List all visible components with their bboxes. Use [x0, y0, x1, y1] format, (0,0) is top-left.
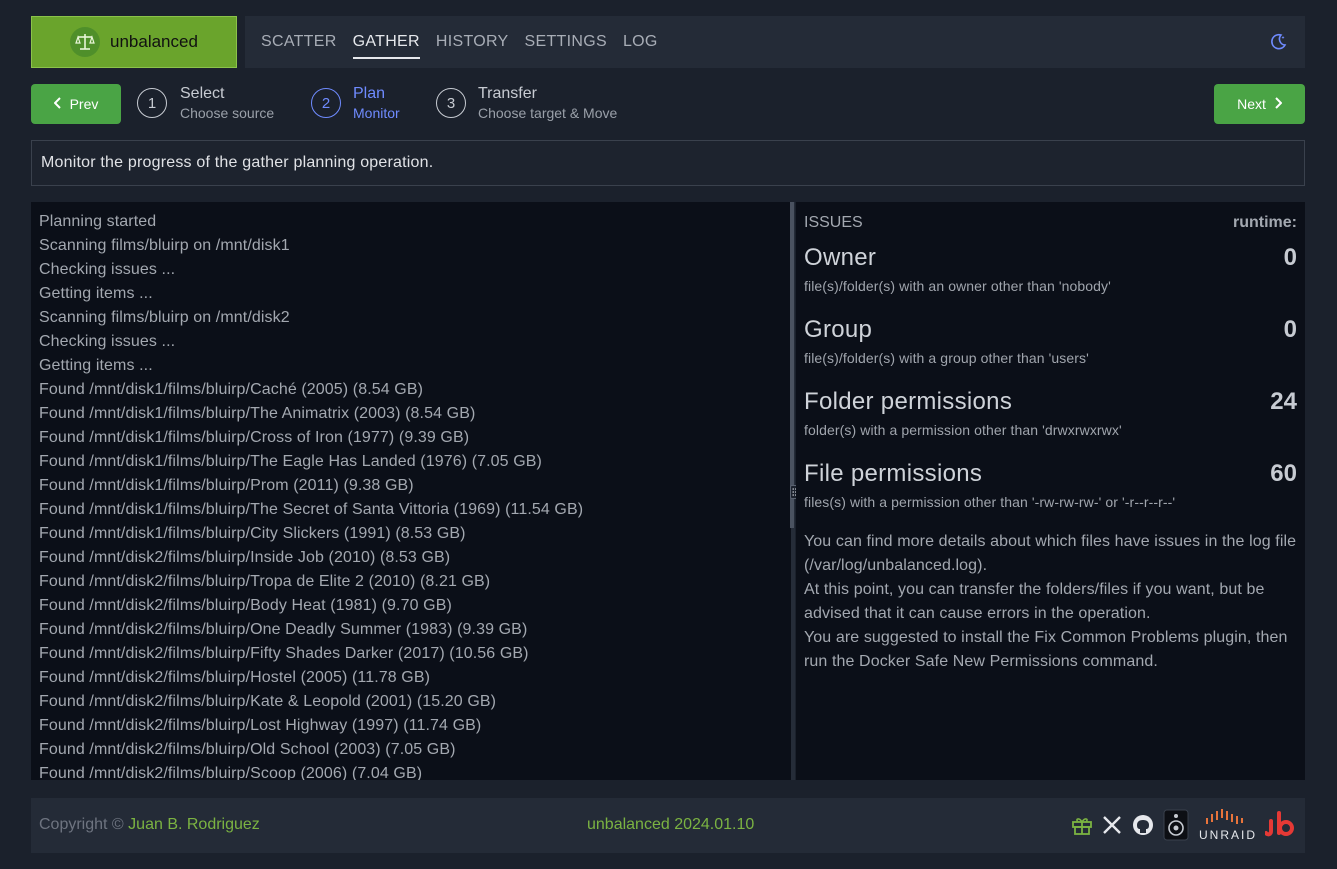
nav-scatter[interactable]: SCATTER — [261, 25, 337, 59]
issues-panel: ISSUES runtime: Owner 0 file(s)/folder(s… — [796, 202, 1305, 780]
log-line: Found /mnt/disk2/films/bluirp/Body Heat … — [39, 597, 452, 614]
step-number: 3 — [436, 88, 466, 118]
note: At this point, you can transfer the fold… — [804, 581, 1265, 622]
log-line: Found /mnt/disk1/films/bluirp/Caché (200… — [39, 381, 424, 398]
prev-label: Prev — [69, 96, 99, 112]
log-panel[interactable]: Planning started Scanning films/bluirp on… — [31, 202, 791, 780]
issue-title: Owner — [804, 244, 877, 271]
author-link[interactable]: Juan B. Rodriguez — [128, 816, 260, 833]
log-line: Found /mnt/disk1/films/bluirp/City Slick… — [39, 525, 466, 542]
log-line: Found /mnt/disk2/films/bluirp/Scoop (200… — [39, 765, 423, 780]
log-line: Getting items ... — [39, 285, 153, 302]
unraid-icon[interactable]: UNRAID — [1199, 808, 1255, 844]
log-line: Found /mnt/disk2/films/bluirp/Lost Highw… — [39, 717, 482, 734]
prev-button[interactable]: Prev — [31, 84, 121, 124]
log-line: Getting items ... — [39, 357, 153, 374]
log-line: Found /mnt/disk1/films/bluirp/Cross of I… — [39, 429, 470, 446]
log-list: Planning started Scanning films/bluirp on… — [31, 210, 791, 780]
issue-title: Folder permissions — [804, 388, 1013, 415]
log-line: Found /mnt/disk1/films/bluirp/The Secret… — [39, 501, 584, 518]
x-icon[interactable] — [1102, 815, 1122, 840]
note: You can find more details about which fi… — [804, 533, 1297, 574]
step-1[interactable]: 1 Select Choose source — [137, 85, 275, 121]
nav-gather[interactable]: GATHER — [352, 25, 420, 59]
log-line: Found /mnt/disk2/films/bluirp/Inside Job… — [39, 549, 451, 566]
footer: Copyright © Juan B. Rodriguez unbalanced… — [31, 798, 1305, 853]
step-title: Select — [180, 85, 225, 102]
issue-desc: file(s)/folder(s) with an owner other th… — [804, 278, 1111, 294]
step-number: 1 — [137, 88, 167, 118]
log-line: Checking issues ... — [39, 261, 176, 278]
step-description: Monitor the progress of the gather plann… — [31, 140, 1305, 186]
step-title: Transfer — [478, 85, 537, 102]
log-line: Found /mnt/disk2/films/bluirp/Kate & Leo… — [39, 693, 497, 710]
issue-owner: Owner 0 file(s)/folder(s) with an owner … — [804, 244, 1297, 294]
log-line: Scanning films/bluirp on /mnt/disk2 — [39, 309, 290, 326]
step-title: Plan — [353, 85, 386, 102]
issue-count: 60 — [1270, 460, 1297, 487]
gift-icon[interactable] — [1071, 814, 1093, 841]
issue-desc: file(s)/folder(s) with a group other tha… — [804, 350, 1089, 366]
log-line: Found /mnt/disk2/films/bluirp/One Deadly… — [39, 621, 528, 638]
issue-title: File permissions — [804, 460, 983, 487]
issue-count: 0 — [1283, 316, 1297, 343]
issue-group: Group 0 file(s)/folder(s) with a group o… — [804, 316, 1297, 366]
issue-folder-permissions: Folder permissions 24 folder(s) with a p… — [804, 388, 1297, 438]
top-nav: SCATTER GATHER HISTORY SETTINGS LOG — [245, 16, 1305, 68]
app-logo[interactable]: unbalanced — [31, 16, 237, 68]
log-line: Found /mnt/disk2/films/bluirp/Tropa de E… — [39, 573, 491, 590]
nav-settings[interactable]: SETTINGS — [525, 25, 607, 59]
scrollbar-thumb[interactable] — [790, 202, 794, 528]
issue-count: 24 — [1270, 388, 1297, 415]
copyright: Copyright © Juan B. Rodriguez — [39, 816, 260, 834]
log-line: Found /mnt/disk1/films/bluirp/Prom (2011… — [39, 477, 414, 494]
issues-header: ISSUES — [804, 214, 863, 231]
log-line: Found /mnt/disk1/films/bluirp/The Eagle … — [39, 453, 542, 470]
issue-file-permissions: File permissions 60 files(s) with a perm… — [804, 460, 1297, 510]
next-button[interactable]: Next — [1214, 84, 1305, 124]
step-subtitle: Choose target & Move — [478, 105, 618, 121]
unraid-label: UNRAID — [1199, 828, 1258, 842]
step-subtitle: Choose source — [180, 105, 275, 121]
step-3[interactable]: 3 Transfer Choose target & Move — [436, 85, 618, 121]
issue-desc: files(s) with a permission other than '-… — [804, 494, 1176, 510]
moon-icon[interactable] — [1269, 33, 1287, 56]
log-line: Scanning films/bluirp on /mnt/disk1 — [39, 237, 290, 254]
nav-log[interactable]: LOG — [623, 25, 658, 59]
scale-icon — [70, 27, 100, 57]
issue-desc: folder(s) with a permission other than '… — [804, 422, 1122, 438]
step-number: 2 — [311, 88, 341, 118]
version: unbalanced 2024.01.10 — [587, 816, 755, 833]
log-line: Checking issues ... — [39, 333, 176, 350]
log-line: Found /mnt/disk2/films/bluirp/Old School… — [39, 741, 456, 758]
issues-notes: You can find more details about which fi… — [804, 530, 1297, 674]
step-subtitle: Monitor — [353, 105, 400, 121]
step-2[interactable]: 2 Plan Monitor — [311, 85, 400, 121]
runtime-label: runtime: — [1233, 214, 1297, 231]
chevron-right-icon — [1274, 96, 1283, 112]
log-line: Found /mnt/disk1/films/bluirp/The Animat… — [39, 405, 476, 422]
issue-title: Group — [804, 316, 873, 343]
next-label: Next — [1237, 96, 1266, 112]
log-line: Found /mnt/disk2/films/bluirp/Fifty Shad… — [39, 645, 529, 662]
issue-count: 0 — [1283, 244, 1297, 271]
jb-icon[interactable] — [1264, 809, 1297, 844]
note: You are suggested to install the Fix Com… — [804, 629, 1288, 670]
chevron-left-icon — [53, 96, 62, 112]
log-line: Found /mnt/disk2/films/bluirp/Hostel (20… — [39, 669, 431, 686]
speaker-icon[interactable] — [1163, 809, 1189, 846]
copyright-label: Copyright © — [39, 816, 124, 833]
app-name: unbalanced — [110, 32, 198, 51]
github-icon[interactable] — [1132, 814, 1154, 841]
nav-history[interactable]: HISTORY — [436, 25, 509, 59]
log-line: Planning started — [39, 213, 157, 230]
